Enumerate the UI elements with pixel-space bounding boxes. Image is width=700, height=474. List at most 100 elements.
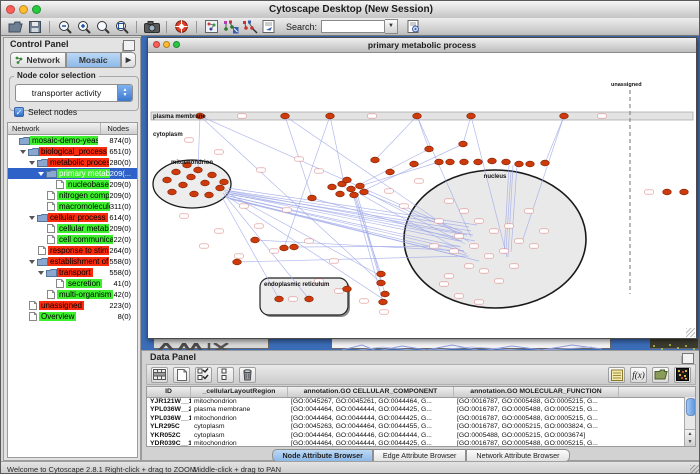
tree-row[interactable]: Overview8(0): [8, 311, 137, 322]
graph-node[interactable]: [172, 169, 181, 175]
graph-node[interactable]: [446, 159, 455, 165]
graph-node[interactable]: [208, 172, 217, 178]
layout-network-2-icon[interactable]: [240, 19, 259, 34]
scrollbar-thumb[interactable]: [686, 398, 696, 416]
expand-arrow-icon[interactable]: [37, 172, 45, 176]
background-window-3[interactable]: [649, 338, 699, 349]
graph-node[interactable]: [343, 286, 352, 292]
table-row[interactable]: YPL036W__2plasma membrane[GO:0044464, GO…: [147, 406, 695, 414]
expand-arrow-icon[interactable]: [19, 150, 27, 154]
delete-attribute-icon[interactable]: [239, 367, 256, 383]
close-view-icon[interactable]: [153, 41, 160, 48]
new-attribute-icon[interactable]: [173, 367, 190, 383]
zoom-window-icon[interactable]: [32, 5, 41, 14]
graph-node[interactable]: [251, 237, 260, 243]
tree-row[interactable]: cellular metabo209(0): [8, 223, 137, 234]
graph-node[interactable]: [410, 161, 419, 167]
tree-row[interactable]: biological_process651(0): [8, 146, 137, 157]
graph-node[interactable]: [179, 182, 188, 188]
table-row[interactable]: YPL036W__1mitochondrion[GO:0044464, GO:0…: [147, 415, 695, 423]
node-color-dropdown[interactable]: transporter activity ▲▼: [15, 84, 133, 102]
graph-node[interactable]: [194, 167, 203, 173]
tree-row[interactable]: unassigned223(0): [8, 300, 137, 311]
expand-arrow-icon[interactable]: [28, 260, 36, 264]
unselect-attributes-icon[interactable]: [217, 367, 234, 383]
graph-node[interactable]: [474, 159, 483, 165]
edge[interactable]: [417, 116, 429, 149]
graph-node[interactable]: [326, 113, 335, 119]
table-row[interactable]: YKR052Ccytoplasm[GO:0044464, GO:0044446,…: [147, 432, 695, 440]
tree-row[interactable]: macromolecule311(0): [8, 201, 137, 212]
graph-node[interactable]: [488, 158, 497, 164]
function-builder-icon[interactable]: f(x): [630, 367, 647, 383]
table-row[interactable]: YDR039C__1mitochondrion[GO:0044464, GO:0…: [147, 440, 695, 447]
tree-row[interactable]: establishment of lo558(0): [8, 256, 137, 267]
float-data-panel-icon[interactable]: [682, 353, 694, 364]
close-window-icon[interactable]: [6, 5, 15, 14]
tab-scroll-right-icon[interactable]: ▶: [121, 52, 136, 68]
expand-arrow-icon[interactable]: [37, 271, 45, 275]
help-lifering-icon[interactable]: [172, 19, 191, 34]
layout-network-1-icon[interactable]: [221, 19, 240, 34]
tree-row[interactable]: cellular process614(0): [8, 212, 137, 223]
graph-node[interactable]: [350, 192, 359, 198]
expand-arrow-icon[interactable]: [28, 161, 36, 165]
save-session-icon[interactable]: [25, 19, 44, 34]
window-resize-grip[interactable]: [686, 328, 695, 337]
app-resize-grip[interactable]: [690, 465, 700, 474]
graph-node[interactable]: [280, 245, 289, 251]
graph-node[interactable]: [560, 113, 569, 119]
tree-row[interactable]: response to stimulu264(0): [8, 245, 137, 256]
zoom-view-icon[interactable]: [173, 41, 180, 48]
graph-node[interactable]: [328, 184, 337, 190]
network-canvas[interactable]: plasma membranecytoplasmmitochondrionnuc…: [149, 52, 695, 337]
graph-node[interactable]: [541, 160, 550, 166]
graph-node[interactable]: [425, 146, 434, 152]
graph-node[interactable]: [163, 177, 172, 183]
graph-node[interactable]: [435, 159, 444, 165]
graph-node[interactable]: [467, 113, 476, 119]
tree-row[interactable]: primary metabo209(...: [8, 168, 137, 179]
zoom-selected-region-icon[interactable]: [93, 19, 112, 34]
zoom-out-icon[interactable]: [55, 19, 74, 34]
import-attributes-icon[interactable]: [652, 367, 669, 383]
graph-node[interactable]: [460, 159, 469, 165]
graph-node[interactable]: [205, 192, 214, 198]
graph-node[interactable]: [347, 186, 356, 192]
open-session-icon[interactable]: [6, 19, 25, 34]
graph-node[interactable]: [168, 189, 177, 195]
graph-node[interactable]: [459, 141, 468, 147]
search-dropdown-arrow-icon[interactable]: ▼: [385, 19, 398, 34]
tree-row[interactable]: secretion41(0): [8, 278, 137, 289]
graph-node[interactable]: [305, 296, 314, 302]
attribute-matrix-icon[interactable]: [674, 367, 691, 383]
graph-node[interactable]: [190, 191, 199, 197]
column-header[interactable]: annotation.GO MOLECULAR_FUNCTION: [454, 387, 619, 397]
graph-node[interactable]: [220, 179, 229, 185]
select-nodes-checkbox[interactable]: ✓: [14, 107, 24, 117]
graph-node[interactable]: [413, 113, 422, 119]
graph-node[interactable]: [526, 161, 535, 167]
edge[interactable]: [200, 116, 381, 283]
background-window-2[interactable]: [331, 338, 611, 349]
column-header[interactable]: ID: [147, 387, 191, 397]
graph-node[interactable]: [216, 185, 225, 191]
graph-node[interactable]: [386, 169, 395, 175]
tree-row[interactable]: multi-organism pro42(0): [8, 289, 137, 300]
graph-node[interactable]: [336, 191, 345, 197]
tab-network[interactable]: Network: [10, 52, 66, 68]
float-panel-icon[interactable]: [123, 40, 135, 51]
graph-node[interactable]: [233, 259, 242, 265]
graph-node[interactable]: [275, 296, 284, 302]
tree-row[interactable]: transport558(0): [8, 267, 137, 278]
graph-node[interactable]: [377, 280, 386, 286]
graph-node[interactable]: [201, 180, 210, 186]
search-input[interactable]: [321, 20, 385, 33]
table-row[interactable]: YJR121W__1mitochondrion[GO:0045267, GO:0…: [147, 398, 695, 406]
graph-node[interactable]: [379, 299, 388, 305]
graph-node[interactable]: [290, 244, 299, 250]
scrollbar-arrows[interactable]: ▲▼: [685, 429, 695, 446]
graph-node[interactable]: [377, 271, 386, 277]
edge[interactable]: [360, 162, 439, 186]
graph-node[interactable]: [381, 291, 390, 297]
